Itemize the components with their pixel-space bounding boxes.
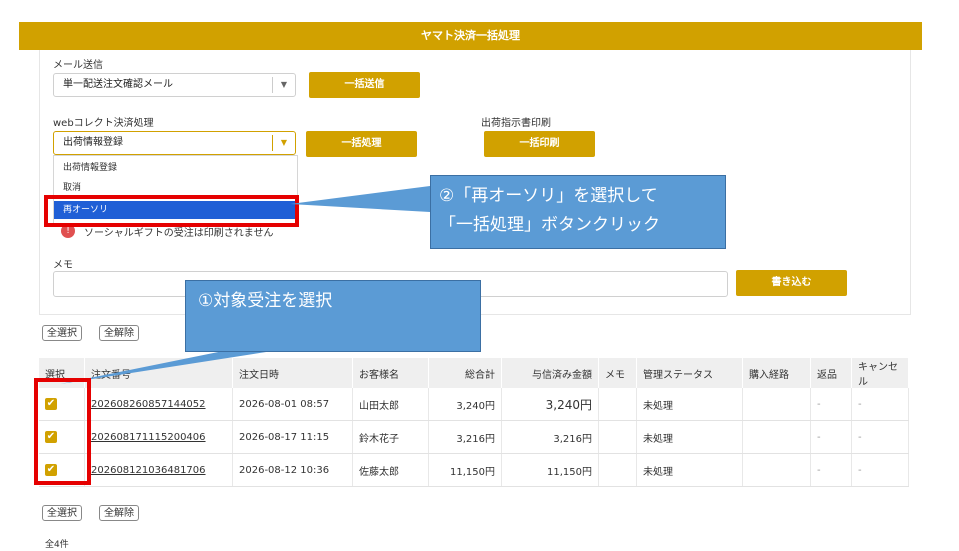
mail-send-label: メール送信	[53, 60, 103, 71]
col-return: 返品	[810, 358, 852, 388]
option-shipping-register[interactable]: 出荷情報登録	[54, 159, 297, 177]
bulk-process-button[interactable]: 一括処理	[306, 131, 417, 157]
customer-name: 鈴木花子	[352, 420, 429, 454]
credit-amount: 3,216円	[501, 420, 599, 454]
order-memo	[598, 388, 637, 421]
select-all-button-bottom[interactable]: 全選択	[42, 505, 82, 521]
order-number-link[interactable]: 202608121036481706	[91, 465, 206, 476]
order-date: 2026-08-17 11:15	[232, 420, 353, 454]
order-number-link[interactable]: 202608260857144052	[91, 399, 206, 410]
webcollect-label: webコレクト決済処理	[53, 118, 154, 129]
highlight-checkboxes	[34, 378, 91, 485]
table-row: ✔ 202608171115200406 2026-08-17 11:15 鈴木…	[39, 420, 909, 454]
chevron-down-icon: ▼	[272, 77, 295, 93]
order-date: 2026-08-01 08:57	[232, 388, 353, 421]
col-status: 管理ステータス	[636, 358, 743, 388]
result-count: 全4件	[45, 540, 69, 550]
mail-template-select[interactable]: 単一配送注文確認メール ▼	[53, 73, 296, 97]
order-memo	[598, 420, 637, 454]
col-credit: 与信済み金額	[501, 358, 599, 388]
order-route	[742, 420, 811, 454]
order-route	[742, 388, 811, 421]
mail-template-value: 単一配送注文確認メール	[63, 79, 173, 90]
order-total: 11,150円	[428, 453, 502, 487]
deselect-all-button[interactable]: 全解除	[99, 325, 139, 341]
order-total: 3,216円	[428, 420, 502, 454]
page-header: ヤマト決済一括処理	[19, 22, 922, 50]
callout-2-line-2: 「一括処理」ボタンクリック	[439, 215, 660, 235]
order-cancel: -	[851, 388, 909, 421]
customer-name: 佐藤太郎	[352, 453, 429, 487]
bulk-print-button[interactable]: 一括印刷	[484, 131, 595, 157]
order-number-link[interactable]: 202608171115200406	[91, 432, 206, 443]
memo-label: メモ	[53, 260, 73, 271]
order-cancel: -	[851, 420, 909, 454]
table-row: ✔ 202608260857144052 2026-08-01 08:57 山田…	[39, 388, 909, 421]
webcollect-select-value: 出荷情報登録	[63, 137, 123, 148]
order-return: -	[810, 420, 852, 454]
bulk-send-button[interactable]: 一括送信	[309, 72, 420, 98]
highlight-reauthorize	[44, 195, 299, 227]
callout-pointer	[60, 348, 292, 384]
customer-name: 山田太郎	[352, 388, 429, 421]
col-route: 購入経路	[742, 358, 811, 388]
table-row: ✔ 202608121036481706 2026-08-12 10:36 佐藤…	[39, 453, 909, 487]
order-memo	[598, 453, 637, 487]
select-all-button[interactable]: 全選択	[42, 325, 82, 341]
order-total: 3,240円	[428, 388, 502, 421]
credit-amount: 3,240円	[501, 388, 599, 421]
order-return: -	[810, 453, 852, 487]
callout-instruction-1: ①対象受注を選択	[185, 280, 481, 352]
callout-pointer	[290, 186, 430, 212]
order-date: 2026-08-12 10:36	[232, 453, 353, 487]
order-return: -	[810, 388, 852, 421]
col-total: 総合計	[428, 358, 502, 388]
order-cancel: -	[851, 453, 909, 487]
order-status: 未処理	[636, 420, 743, 454]
order-status: 未処理	[636, 388, 743, 421]
deselect-all-button-bottom[interactable]: 全解除	[99, 505, 139, 521]
credit-amount: 11,150円	[501, 453, 599, 487]
order-status: 未処理	[636, 453, 743, 487]
col-cancel: キャンセル	[851, 358, 909, 388]
webcollect-process-select[interactable]: 出荷情報登録 ▼	[53, 131, 296, 155]
col-memo: メモ	[598, 358, 637, 388]
write-memo-button[interactable]: 書き込む	[736, 270, 847, 296]
col-customer: お客様名	[352, 358, 429, 388]
shipping-print-label: 出荷指示書印刷	[481, 118, 551, 129]
callout-instruction-2: ②「再オーソリ」を選択して 「一括処理」ボタンクリック	[430, 175, 726, 249]
order-route	[742, 453, 811, 487]
chevron-down-icon: ▼	[272, 135, 295, 151]
callout-2-line-1: ②「再オーソリ」を選択して	[439, 186, 658, 206]
